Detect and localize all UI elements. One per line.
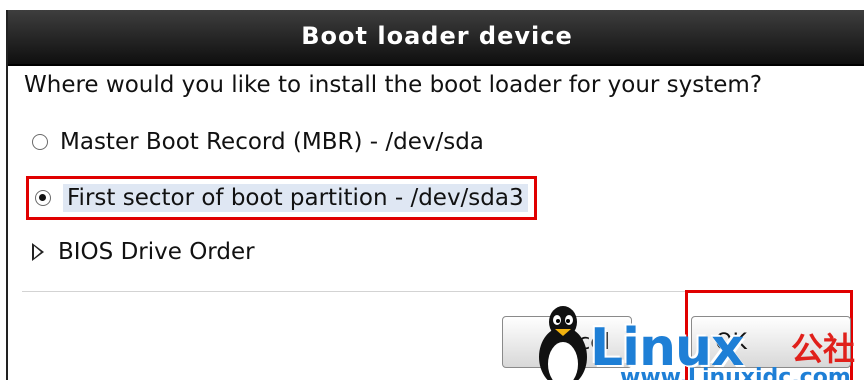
bios-drive-order-expander[interactable]: BIOS Drive Order [32, 232, 255, 272]
option-mbr[interactable]: Master Boot Record (MBR) - /dev/sda [32, 122, 484, 162]
dialog-title: Boot loader device [301, 22, 573, 50]
option-boot-partition[interactable]: First sector of boot partition - /dev/sd… [26, 176, 537, 220]
question-text: Where would you like to install the boot… [24, 72, 763, 98]
dialog-titlebar: Boot loader device [8, 10, 864, 66]
boot-loader-dialog: Boot loader device Where would you like … [6, 10, 864, 380]
watermark-brand-cn: 公社 [791, 330, 856, 368]
expander-label: BIOS Drive Order [58, 239, 255, 265]
option-boot-partition-label: First sector of boot partition - /dev/sd… [63, 184, 528, 212]
tux-penguin-icon [539, 306, 587, 380]
expander-triangle-icon[interactable] [32, 243, 44, 261]
watermark-url: www.Linuxidc.com [620, 365, 851, 380]
radio-checked-icon[interactable] [35, 190, 51, 206]
option-mbr-label: Master Boot Record (MBR) - /dev/sda [60, 129, 484, 155]
radio-unchecked-icon[interactable] [32, 134, 48, 150]
